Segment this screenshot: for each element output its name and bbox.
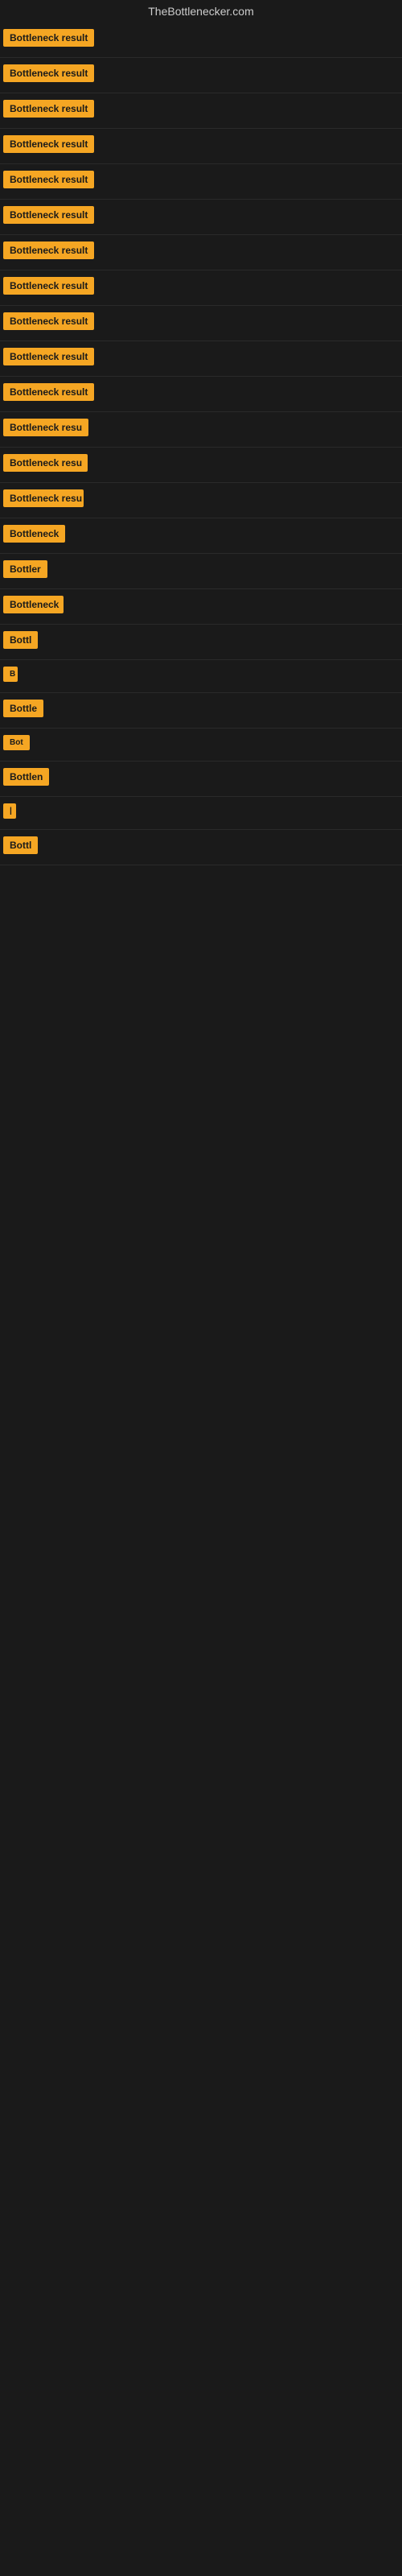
bottleneck-badge: |	[3, 803, 16, 819]
site-header: TheBottlenecker.com	[0, 0, 402, 23]
bottleneck-badge: Bottle	[3, 700, 43, 717]
result-row: Bottler	[0, 554, 402, 589]
bottleneck-badge: Bottleneck result	[3, 29, 94, 47]
result-row: Bottleneck result	[0, 341, 402, 377]
result-row: Bottlen	[0, 762, 402, 797]
bottleneck-badge: Bottleneck result	[3, 100, 94, 118]
bottleneck-badge: Bottl	[3, 836, 38, 854]
bottleneck-badge: B	[3, 667, 18, 682]
result-row: Bottl	[0, 625, 402, 660]
bottleneck-badge: Bottleneck result	[3, 64, 94, 82]
result-row: Bottle	[0, 693, 402, 729]
bottleneck-badge: Bottleneck resu	[3, 489, 84, 507]
bottleneck-badge: Bottleneck resu	[3, 454, 88, 472]
result-row: Bottleneck result	[0, 200, 402, 235]
result-row: B	[0, 660, 402, 693]
result-row: Bottleneck	[0, 589, 402, 625]
result-row: Bottleneck result	[0, 23, 402, 58]
result-row: Bottleneck result	[0, 377, 402, 412]
result-row: Bottleneck resu	[0, 448, 402, 483]
result-row: Bottl	[0, 830, 402, 865]
bottleneck-badge: Bottleneck result	[3, 135, 94, 153]
result-row: Bot	[0, 729, 402, 762]
bottleneck-badge: Bottlen	[3, 768, 49, 786]
site-title: TheBottlenecker.com	[0, 0, 402, 23]
bottleneck-badge: Bottler	[3, 560, 47, 578]
result-row: Bottleneck resu	[0, 483, 402, 518]
result-row: Bottleneck result	[0, 235, 402, 270]
bottleneck-badge: Bottl	[3, 631, 38, 649]
result-row: Bottleneck result	[0, 270, 402, 306]
bottleneck-badge: Bottleneck result	[3, 206, 94, 224]
results-container: Bottleneck result Bottleneck result Bottle…	[0, 23, 402, 865]
bottleneck-badge: Bottleneck result	[3, 383, 94, 401]
bottleneck-badge: Bottleneck	[3, 596, 64, 613]
bottleneck-badge: Bottleneck result	[3, 348, 94, 365]
bottleneck-badge: Bot	[3, 735, 30, 750]
result-row: Bottleneck result	[0, 164, 402, 200]
bottleneck-badge: Bottleneck resu	[3, 419, 88, 436]
result-row: Bottleneck	[0, 518, 402, 554]
result-row: Bottleneck result	[0, 306, 402, 341]
bottleneck-badge: Bottleneck result	[3, 171, 94, 188]
bottleneck-badge: Bottleneck result	[3, 312, 94, 330]
result-row: |	[0, 797, 402, 830]
result-row: Bottleneck resu	[0, 412, 402, 448]
bottleneck-badge: Bottleneck	[3, 525, 65, 543]
bottleneck-badge: Bottleneck result	[3, 277, 94, 295]
result-row: Bottleneck result	[0, 93, 402, 129]
result-row: Bottleneck result	[0, 58, 402, 93]
bottleneck-badge: Bottleneck result	[3, 242, 94, 259]
result-row: Bottleneck result	[0, 129, 402, 164]
